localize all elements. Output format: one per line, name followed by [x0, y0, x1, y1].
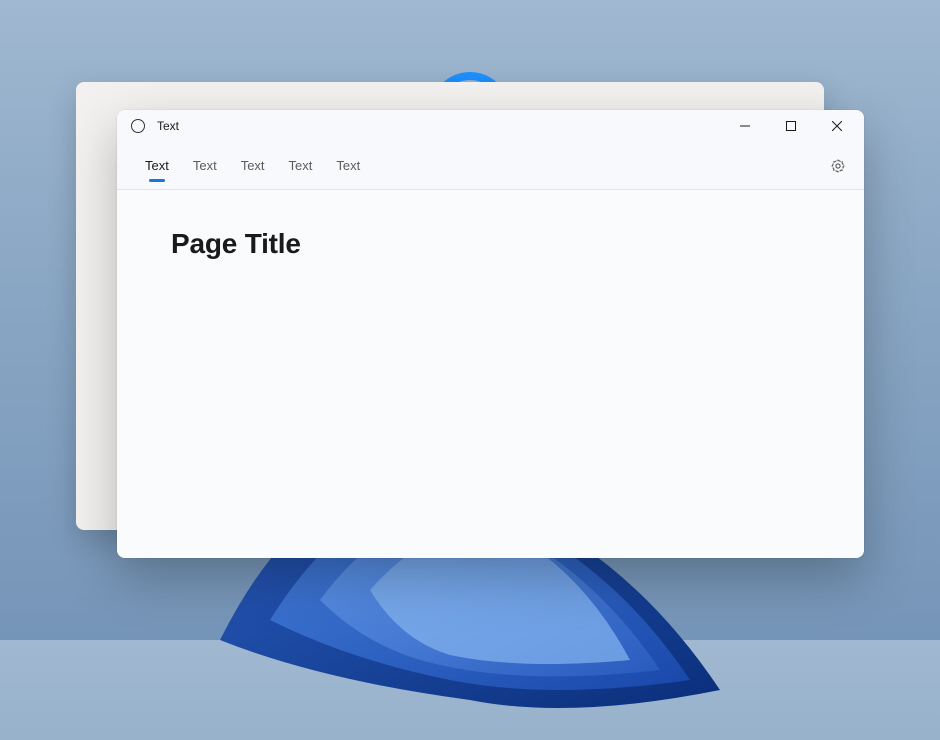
settings-button[interactable]	[820, 148, 856, 184]
tab-3[interactable]: Text	[277, 144, 325, 187]
close-button[interactable]	[814, 110, 860, 142]
tab-0[interactable]: Text	[133, 144, 181, 187]
titlebar[interactable]: Text	[117, 110, 864, 142]
tab-1[interactable]: Text	[181, 144, 229, 187]
maximize-button[interactable]	[768, 110, 814, 142]
tabs-container: Text Text Text Text Text	[133, 144, 820, 187]
app-window: Text Text Text	[117, 110, 864, 558]
tab-4[interactable]: Text	[324, 144, 372, 187]
tab-2[interactable]: Text	[229, 144, 277, 187]
page-title: Page Title	[171, 228, 810, 260]
app-icon	[131, 119, 145, 133]
minimize-icon	[740, 121, 750, 131]
close-icon	[832, 121, 842, 131]
maximize-icon	[786, 121, 796, 131]
page-content: Page Title	[117, 190, 864, 558]
window-controls	[722, 110, 860, 142]
gear-icon	[830, 158, 846, 174]
tab-strip: Text Text Text Text Text	[117, 142, 864, 190]
minimize-button[interactable]	[722, 110, 768, 142]
window-title: Text	[157, 119, 179, 133]
